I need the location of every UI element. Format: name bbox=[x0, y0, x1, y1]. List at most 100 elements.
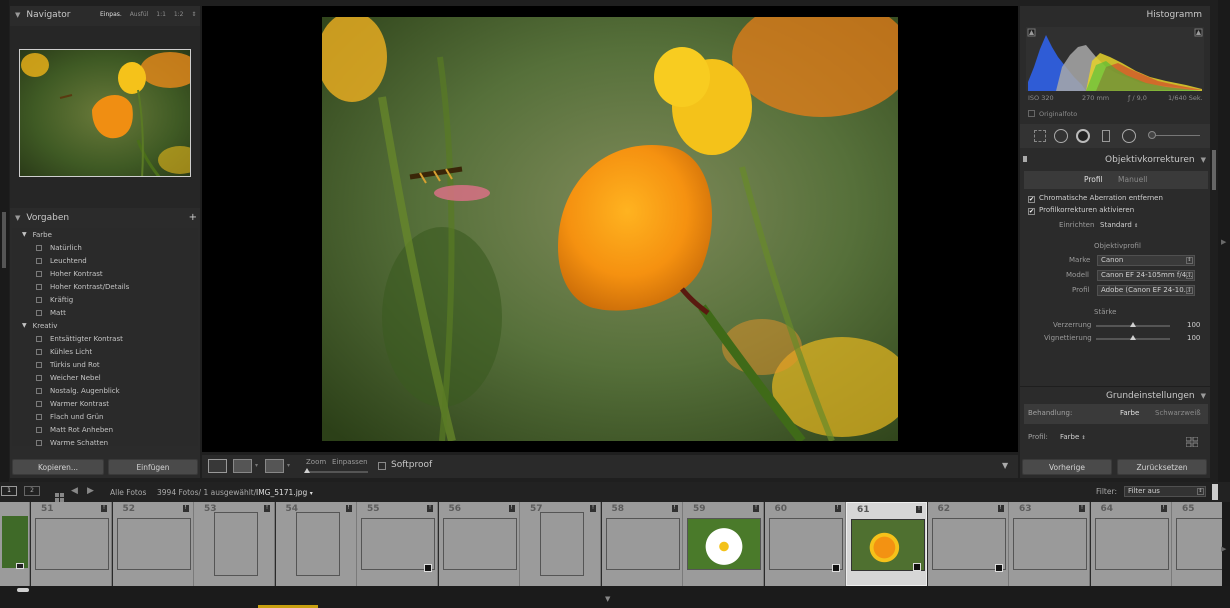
paste-settings-button[interactable]: Einfügen bbox=[108, 459, 198, 475]
filmstrip-cell[interactable]: 61! bbox=[846, 502, 927, 586]
filmstrip-cell[interactable]: 62! bbox=[927, 502, 1009, 586]
original-photo-toggle[interactable]: Originalfoto bbox=[1028, 110, 1077, 118]
enable-profile-checkbox[interactable]: ✔ bbox=[1028, 208, 1035, 215]
graduated-filter-icon[interactable] bbox=[1102, 130, 1110, 142]
histogram-chart[interactable] bbox=[1026, 27, 1204, 91]
preset-item[interactable]: Matt bbox=[12, 306, 198, 319]
preset-item[interactable]: Natürlich bbox=[12, 241, 198, 254]
zoom-1-1-option[interactable]: 1:1 bbox=[156, 11, 166, 18]
previous-settings-button[interactable]: Vorherige bbox=[1022, 459, 1112, 475]
chevron-down-icon[interactable]: ▾ bbox=[287, 462, 290, 469]
preset-item[interactable]: Leuchtend bbox=[12, 254, 198, 267]
zoom-fill-option[interactable]: Ausfül bbox=[130, 11, 149, 18]
preset-item[interactable]: Kräftig bbox=[12, 293, 198, 306]
right-scroll-arrow-icon[interactable]: ▶ bbox=[1221, 545, 1226, 553]
distortion-value[interactable]: 100 bbox=[1187, 321, 1200, 329]
vignetting-value[interactable]: 100 bbox=[1187, 334, 1200, 342]
filmstrip-cell[interactable]: 56! bbox=[438, 502, 520, 586]
preset-item[interactable]: Hoher Kontrast bbox=[12, 267, 198, 280]
filmstrip-cell[interactable]: 63! bbox=[1009, 502, 1090, 586]
filmstrip-partial-thumbnail[interactable] bbox=[0, 502, 30, 586]
preset-group[interactable]: ▼ Farbe bbox=[12, 228, 198, 241]
zoom-fit-option[interactable]: Einpas. bbox=[100, 11, 122, 18]
filmstrip-cell[interactable]: 52! bbox=[112, 502, 194, 586]
screen-1-button[interactable]: 1 bbox=[1, 486, 17, 496]
remove-ca-checkbox[interactable]: ✔ bbox=[1028, 196, 1035, 203]
panel-switch-icon[interactable] bbox=[1023, 156, 1027, 162]
filmstrip-cell[interactable]: 53! bbox=[194, 502, 275, 586]
preset-item[interactable]: Nostalg. Augenblick bbox=[12, 384, 198, 397]
softproof-checkbox[interactable] bbox=[378, 462, 386, 470]
treatment-color-option[interactable]: Farbe bbox=[1120, 409, 1139, 417]
tab-profile[interactable]: Profil bbox=[1084, 175, 1103, 184]
preset-group[interactable]: ▼ Kreativ bbox=[12, 319, 198, 332]
source-label[interactable]: Alle Fotos bbox=[110, 488, 146, 497]
copy-settings-button[interactable]: Kopieren... bbox=[12, 459, 104, 475]
original-photo-checkbox[interactable] bbox=[1028, 110, 1035, 117]
preset-item[interactable]: Weicher Nebel bbox=[12, 371, 198, 384]
before-after-tb-icon[interactable] bbox=[265, 459, 284, 473]
adjustment-brush-icon[interactable] bbox=[1148, 131, 1156, 139]
left-edge-strip[interactable] bbox=[0, 0, 9, 482]
filmstrip-scrollbar-thumb[interactable] bbox=[17, 588, 29, 592]
zoom-slider-knob[interactable] bbox=[304, 468, 310, 473]
preset-item[interactable]: Warme Schatten bbox=[12, 436, 198, 446]
zoom-slider[interactable] bbox=[306, 471, 368, 473]
filmstrip-cell[interactable]: 51! bbox=[31, 502, 112, 586]
loupe-view-icon[interactable] bbox=[208, 459, 227, 473]
navigator-preview-image[interactable] bbox=[19, 49, 191, 177]
current-filename[interactable]: IMG_5171.jpg ▾ bbox=[256, 488, 313, 497]
filmstrip-cell[interactable]: 64! bbox=[1090, 502, 1172, 586]
reset-button[interactable]: Zurücksetzen bbox=[1117, 459, 1207, 475]
radial-filter-icon[interactable] bbox=[1122, 129, 1136, 143]
lens-corrections-header[interactable]: Objektivkorrekturen ▼ bbox=[1020, 151, 1210, 169]
vignetting-slider-knob[interactable] bbox=[1130, 335, 1136, 340]
back-arrow-icon[interactable]: ◀ bbox=[71, 486, 78, 496]
remove-ca-row[interactable]: ✔ Chromatische Aberration entfernen bbox=[1028, 194, 1163, 203]
basic-header[interactable]: Grundeinstellungen ▼ bbox=[1020, 386, 1210, 404]
red-eye-icon[interactable] bbox=[1076, 129, 1090, 143]
filmstrip-cell[interactable]: 59! bbox=[683, 502, 764, 586]
tab-manual[interactable]: Manuell bbox=[1118, 175, 1147, 184]
preset-item[interactable]: Kühles Licht bbox=[12, 345, 198, 358]
zoom-spinner-icon[interactable]: ⇕ bbox=[191, 11, 196, 18]
enable-profile-row[interactable]: ✔ Profilkorrekturen aktivieren bbox=[1028, 206, 1134, 215]
preset-item[interactable]: Matt Rot Anheben bbox=[12, 423, 198, 436]
filmstrip-cell[interactable]: 57! bbox=[520, 502, 601, 586]
preset-item[interactable]: Warmer Kontrast bbox=[12, 397, 198, 410]
grid-view-icon[interactable] bbox=[55, 487, 65, 502]
distortion-slider-knob[interactable] bbox=[1130, 322, 1136, 327]
filmstrip-cell[interactable]: 54! bbox=[275, 502, 357, 586]
left-scrollbar[interactable] bbox=[2, 212, 6, 268]
make-select[interactable]: Canon ⇕ bbox=[1097, 255, 1195, 266]
filmstrip-toggle-icon[interactable]: ▼ bbox=[605, 595, 610, 603]
preset-item[interactable]: Flach und Grün bbox=[12, 410, 198, 423]
filmstrip-cell[interactable]: 60! bbox=[764, 502, 846, 586]
brush-slider[interactable] bbox=[1150, 135, 1200, 136]
main-photo[interactable] bbox=[322, 17, 898, 441]
histogram-header[interactable]: Histogramm bbox=[1020, 6, 1210, 24]
zoom-1-2-option[interactable]: 1:2 bbox=[174, 11, 184, 18]
filmstrip-cell[interactable]: 58! bbox=[601, 502, 683, 586]
crop-tool-icon[interactable] bbox=[1034, 130, 1046, 142]
lens-profile-select[interactable]: Adobe (Canon EF 24-10... ⇕ bbox=[1097, 285, 1195, 296]
filmstrip-cell[interactable]: 55! bbox=[357, 502, 438, 586]
treatment-bw-option[interactable]: Schwarzweiß bbox=[1155, 409, 1201, 417]
preset-item[interactable]: Hoher Kontrast/Details bbox=[12, 280, 198, 293]
presets-header[interactable]: ▼ Vorgaben + bbox=[10, 209, 200, 227]
navigator-header[interactable]: ▼ Navigator Einpas. Ausfül 1:1 1:2 ⇕ bbox=[10, 6, 200, 24]
toolbar-menu-chevron-icon[interactable]: ▼ bbox=[1002, 461, 1008, 470]
screen-2-button[interactable]: 2 bbox=[24, 486, 40, 496]
right-panel-toggle-icon[interactable]: ▶ bbox=[1221, 238, 1226, 246]
setup-value[interactable]: Standard ⇕ bbox=[1100, 221, 1138, 229]
before-after-lr-icon[interactable] bbox=[233, 459, 252, 473]
right-edge-strip[interactable]: ▶ bbox=[1218, 0, 1230, 482]
add-preset-icon[interactable]: + bbox=[189, 212, 197, 223]
chevron-down-icon[interactable]: ▾ bbox=[255, 462, 258, 469]
forward-arrow-icon[interactable]: ▶ bbox=[87, 486, 94, 496]
basic-profile-value[interactable]: Farbe ⇕ bbox=[1060, 433, 1086, 441]
filter-select[interactable]: Filter aus ⇕ bbox=[1124, 486, 1206, 497]
preset-item[interactable]: Entsättigter Kontrast bbox=[12, 332, 198, 345]
model-select[interactable]: Canon EF 24-105mm f/4... ⇕ bbox=[1097, 270, 1195, 281]
spot-removal-icon[interactable] bbox=[1054, 129, 1068, 143]
